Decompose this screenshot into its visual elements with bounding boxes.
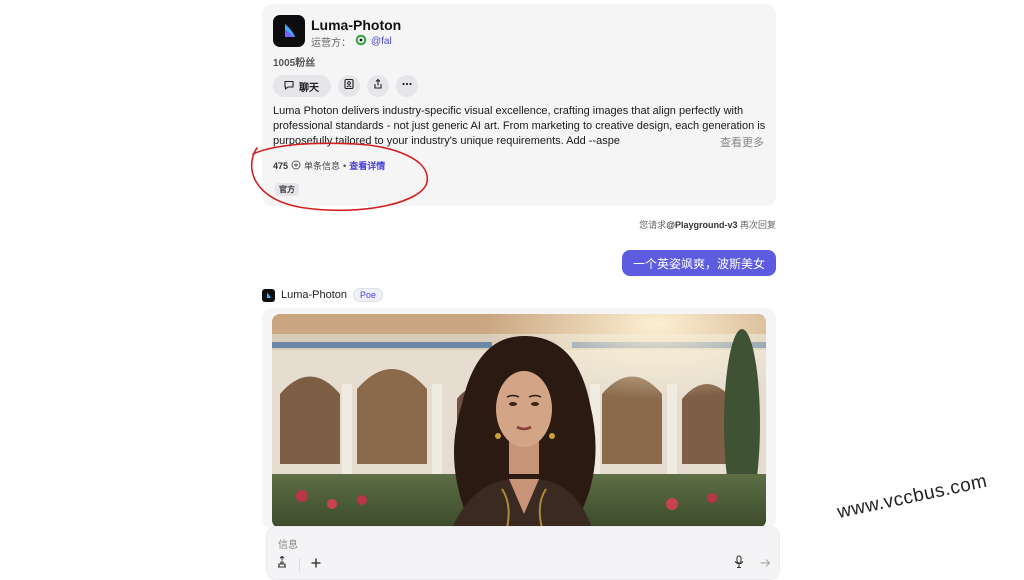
add-icon[interactable] — [310, 556, 322, 574]
microphone-icon[interactable] — [733, 555, 745, 574]
poe-badge: Poe — [353, 288, 384, 302]
chat-icon — [283, 79, 295, 94]
hint-prefix: 您请求 — [639, 220, 667, 230]
red-annotation-oval — [250, 142, 428, 212]
operator-label: 运营方： — [311, 38, 351, 49]
add-to-profile-button[interactable] — [338, 75, 360, 97]
hint-suffix: 再次回复 — [737, 220, 776, 230]
show-more-link[interactable]: 查看更多 — [706, 134, 764, 150]
message-input-placeholder[interactable]: 信息 — [278, 536, 298, 551]
share-button[interactable] — [367, 75, 389, 97]
chat-button[interactable]: 聊天 — [273, 75, 331, 97]
generated-image[interactable] — [272, 314, 766, 528]
user-message-bubble: 一个英姿飒爽，波斯美女 — [621, 250, 776, 276]
composer-divider — [299, 557, 300, 572]
operator-info: 运营方： @fal — [311, 34, 392, 49]
bot-avatar[interactable] — [262, 288, 275, 302]
operator-handle[interactable]: @fal — [371, 36, 392, 47]
followers-count: 1005粉丝 — [273, 58, 316, 69]
user-message-text: 一个英姿飒爽，波斯美女 — [632, 256, 765, 271]
more-options-button[interactable] — [396, 75, 418, 97]
rerequest-hint: 您请求@Playground-v3 再次回复 — [639, 218, 776, 231]
bot-reply-card — [262, 308, 776, 528]
message-composer[interactable]: 信息 — [266, 526, 780, 580]
more-icon — [401, 77, 413, 95]
share-icon — [372, 77, 384, 95]
send-icon[interactable] — [759, 556, 771, 574]
reply-bot-name[interactable]: Luma-Photon — [281, 289, 347, 301]
fal-icon — [355, 34, 367, 49]
bot-actions: 聊天 — [273, 75, 418, 97]
add-to-profile-icon — [343, 77, 355, 95]
hint-bot-link[interactable]: @Playground-v3 — [666, 220, 737, 230]
site-watermark: www.vccbus.com — [835, 470, 990, 524]
chat-button-label: 聊天 — [299, 82, 319, 94]
composer-left-tools — [275, 555, 322, 574]
luma-logo — [273, 15, 305, 47]
tools-icon[interactable] — [275, 555, 289, 574]
bot-name: Luma-Photon — [311, 17, 402, 33]
composer-right-tools — [733, 555, 771, 574]
bot-reply-header: Luma-Photon Poe — [262, 288, 384, 302]
